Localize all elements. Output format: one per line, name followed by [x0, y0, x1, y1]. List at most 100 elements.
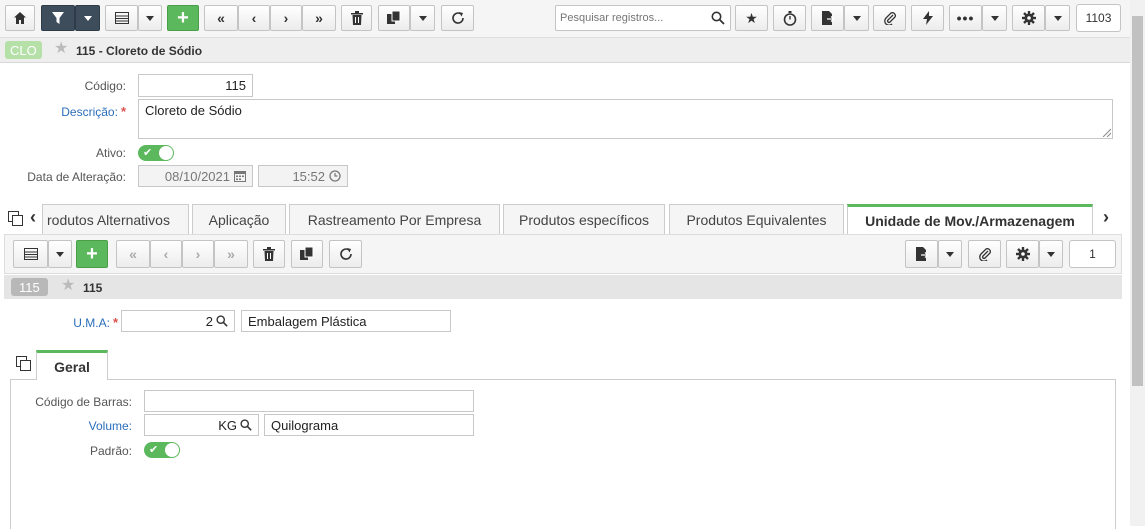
gear-icon [1015, 247, 1030, 261]
sub-next-record-button[interactable]: › [182, 240, 214, 268]
tab-produtos-equivalentes[interactable]: Produtos Equivalentes [669, 204, 844, 234]
sub-settings-button[interactable] [1006, 240, 1039, 268]
plus-icon: + [86, 242, 98, 265]
last-record-button[interactable]: » [302, 5, 336, 31]
star-icon[interactable]: ★ [54, 41, 68, 57]
lightning-icon [922, 11, 933, 25]
chevron-left-icon: ‹ [163, 246, 169, 262]
sub-record-title: 115 [83, 281, 103, 295]
calendar-icon [234, 171, 246, 182]
search-icon[interactable] [240, 419, 252, 431]
search-icon[interactable] [711, 11, 725, 25]
clock-icon [329, 170, 341, 182]
sub-delete-button[interactable] [253, 240, 285, 268]
filter-dropdown-button[interactable] [75, 5, 100, 31]
scrollbar-thumb[interactable] [1132, 16, 1143, 386]
chevron-down-icon [1047, 251, 1055, 257]
chevron-right-icon: › [283, 10, 289, 26]
uma-code-field[interactable]: 2 [121, 310, 235, 332]
volume-label[interactable]: Volume: [10, 419, 132, 433]
tab-aplicacao[interactable]: Aplicação [192, 204, 286, 234]
chevron-left-icon: ‹ [251, 10, 257, 26]
stopwatch-icon [783, 10, 796, 26]
copy-dropdown-button[interactable] [410, 5, 435, 31]
sub-view-dropdown-button[interactable] [48, 240, 72, 268]
filter-button[interactable] [41, 5, 75, 31]
home-button[interactable] [5, 5, 35, 31]
tab-geral[interactable]: Geral [36, 350, 108, 380]
double-chevron-right-icon: » [227, 246, 235, 262]
chevron-down-icon [418, 15, 427, 21]
timer-button[interactable] [773, 5, 806, 31]
add-record-button[interactable]: + [167, 5, 199, 31]
export-dropdown-button[interactable] [844, 5, 869, 31]
uma-code-value: 2 [205, 313, 213, 329]
refresh-button[interactable] [441, 5, 474, 31]
settings-dropdown-button[interactable] [1045, 5, 1070, 31]
sub-settings-dropdown-button[interactable] [1039, 240, 1063, 268]
padrao-toggle[interactable]: ✔ [144, 442, 180, 458]
star-icon: ★ [745, 9, 758, 26]
sub-last-record-button[interactable]: » [214, 240, 248, 268]
tab-produtos-alternativos[interactable]: rodutos Alternativos [42, 204, 189, 234]
barcode-field[interactable] [144, 390, 474, 412]
sub-view-list-button[interactable] [13, 240, 48, 268]
sub-add-record-button[interactable]: + [76, 240, 108, 268]
sub-copy-button[interactable] [291, 240, 323, 268]
actions-button[interactable] [911, 5, 944, 31]
copy-tabs-icon[interactable] [16, 356, 31, 371]
star-icon[interactable]: ★ [61, 278, 75, 294]
sub-attachment-button[interactable] [968, 240, 1001, 268]
list-icon [114, 12, 129, 24]
tabs-scroll-left-icon[interactable]: ‹ [30, 207, 36, 228]
tabs-scroll-right-icon[interactable]: › [1103, 207, 1109, 228]
first-record-button[interactable]: « [204, 5, 238, 31]
favorites-button[interactable]: ★ [735, 5, 768, 31]
sub-export-button[interactable] [905, 240, 938, 268]
codigo-label: Código: [84, 79, 126, 93]
view-dropdown-button[interactable] [138, 5, 162, 31]
tab-produtos-especificos[interactable]: Produtos específicos [503, 204, 665, 234]
codigo-field[interactable]: 115 [138, 74, 253, 97]
view-list-button[interactable] [105, 5, 138, 31]
volume-code-value: KG [218, 417, 237, 433]
uma-label-text: U.M.A: [73, 316, 110, 330]
copy-button[interactable] [378, 5, 410, 31]
delete-button[interactable] [341, 5, 372, 31]
settings-button[interactable] [1012, 5, 1045, 31]
record-title-bar: CLO ★ 115 - Cloreto de Sódio [0, 38, 1130, 63]
tab-rastreamento[interactable]: Rastreamento Por Empresa [289, 204, 500, 234]
sub-refresh-button[interactable] [329, 240, 362, 268]
export-button[interactable] [811, 5, 844, 31]
descricao-field[interactable]: Cloreto de Sódio [138, 99, 1113, 139]
refresh-icon [451, 12, 464, 24]
page-scrollbar[interactable] [1130, 0, 1145, 526]
sub-first-record-button[interactable]: « [116, 240, 150, 268]
filter-icon [52, 12, 64, 24]
double-chevron-left-icon: « [217, 10, 225, 26]
check-icon: ✔ [149, 444, 159, 456]
sub-export-dropdown-button[interactable] [938, 240, 962, 268]
volume-code-field[interactable]: KG [144, 414, 259, 436]
chevron-down-icon [1053, 15, 1062, 21]
file-export-icon [821, 11, 834, 25]
ativo-toggle[interactable]: ✔ [138, 145, 174, 161]
resize-grip-icon[interactable] [1102, 128, 1111, 137]
copy-tabs-icon[interactable] [8, 211, 23, 226]
paperclip-icon [883, 12, 896, 25]
descricao-label[interactable]: Descrição: * [10, 104, 126, 119]
next-record-button[interactable]: › [270, 5, 302, 31]
uma-label[interactable]: U.M.A: * [30, 315, 118, 330]
search-input[interactable] [556, 6, 706, 30]
sub-previous-record-button[interactable]: ‹ [150, 240, 182, 268]
previous-record-button[interactable]: ‹ [238, 5, 270, 31]
check-icon: ✔ [143, 147, 153, 159]
search-icon[interactable] [216, 315, 228, 327]
record-title: 115 - Cloreto de Sódio [76, 44, 203, 58]
more-options-button[interactable]: ••• [949, 5, 982, 31]
chevron-down-icon [852, 15, 861, 21]
sub-record-title-bar: 115 ★ 115 [4, 275, 1122, 299]
tab-unidade-armazenagem[interactable]: Unidade de Mov./Armazenagem [847, 204, 1093, 234]
attachment-button[interactable] [873, 5, 906, 31]
more-options-dropdown-button[interactable] [982, 5, 1007, 31]
